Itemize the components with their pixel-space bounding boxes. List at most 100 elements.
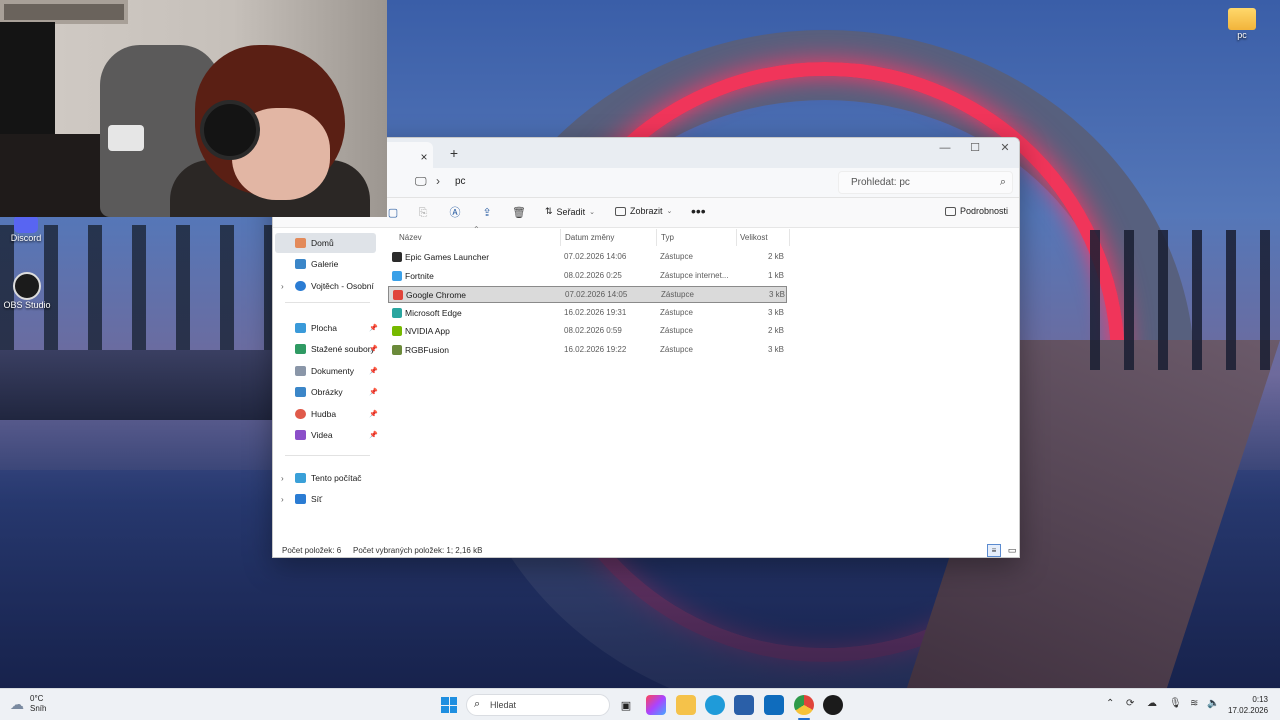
close-button[interactable]: ✕ <box>990 138 1019 158</box>
copy-icon[interactable]: ⎘ <box>415 205 431 221</box>
file-name: Fortnite <box>405 270 434 281</box>
file-icon <box>392 307 402 318</box>
nav-item-label: Vojtěch - Osobní <box>311 281 374 291</box>
sort-button[interactable]: ⇅ Seřadit ⌄ <box>545 206 595 217</box>
system-clock[interactable]: 0:13 17.02.2026 <box>1228 694 1268 716</box>
new-tab-button[interactable]: + <box>447 146 461 160</box>
nav-item-label: Hudba <box>311 409 337 419</box>
file-list: Název ⌃ Datum změny Typ Velikost Epic Ga… <box>378 225 1019 542</box>
webcam-chair-logo <box>108 125 144 151</box>
nav-item-onedrive[interactable]: › Vojtěch - Osobní <box>275 276 376 296</box>
file-row[interactable]: RGBFusion 16.02.2026 19:22 Zástupce 3 kB <box>388 342 787 359</box>
file-name: NVIDIA App <box>405 326 450 337</box>
edge-icon[interactable] <box>705 695 725 715</box>
nav-item-videos[interactable]: Videa 📌 <box>275 425 378 445</box>
nav-item-documents[interactable]: Dokumenty 📌 <box>275 361 378 381</box>
microphone-icon[interactable]: 🎙 <box>1169 698 1182 709</box>
nav-item-label: Galerie <box>311 259 339 269</box>
file-row[interactable]: Microsoft Edge 16.02.2026 19:31 Zástupce 3 … <box>388 305 787 322</box>
nav-item-desktop[interactable]: Plocha 📌 <box>275 318 378 338</box>
minimize-button[interactable]: — <box>930 138 960 158</box>
file-type: Zástupce <box>660 307 693 317</box>
column-divider[interactable] <box>789 229 790 246</box>
sync-icon[interactable]: ⟳ <box>1126 698 1134 709</box>
file-date: 16.02.2026 19:31 <box>564 307 627 317</box>
start-button[interactable] <box>439 695 459 715</box>
column-header-date[interactable]: Datum změny <box>565 233 614 242</box>
chrome-icon[interactable] <box>794 695 814 715</box>
webcam-picture-frame <box>0 0 128 24</box>
chevron-right-icon[interactable]: › <box>436 174 440 188</box>
taskbar-search-placeholder: Hledat <box>490 700 517 710</box>
nav-item-pictures[interactable]: Obrázky 📌 <box>275 382 378 402</box>
new-icon[interactable]: ▢ <box>385 205 401 221</box>
outlook-icon[interactable] <box>764 695 784 715</box>
details-pane-button[interactable]: Podrobnosti <box>945 206 1008 216</box>
file-icon <box>392 345 402 355</box>
rename-icon[interactable]: Ⓐ <box>447 205 463 221</box>
chevron-right-icon[interactable]: › <box>281 474 284 483</box>
file-date: 07.02.2026 14:06 <box>564 252 627 261</box>
file-name: Epic Games Launcher <box>405 252 490 262</box>
column-divider[interactable] <box>656 229 657 246</box>
more-options-button[interactable]: ••• <box>691 203 706 219</box>
file-date: 16.02.2026 19:22 <box>564 345 627 354</box>
column-header-size[interactable]: Velikost <box>740 233 768 242</box>
delete-icon[interactable]: 🗑 <box>511 205 527 221</box>
pin-icon: 📌 <box>369 325 378 332</box>
details-view-icon[interactable]: ≡ <box>987 544 1001 557</box>
nav-item-label: Obrázky <box>311 387 343 397</box>
nav-item-label: Tento počítač <box>311 473 362 483</box>
share-icon[interactable]: ⇪ <box>479 205 495 221</box>
volume-icon[interactable]: 🔈 <box>1207 698 1219 709</box>
column-header-type[interactable]: Typ <box>661 233 674 242</box>
file-row[interactable]: Fortnite 08.02.2026 0:25 Zástupce internet… <box>388 268 787 285</box>
view-icon <box>615 206 626 216</box>
details-label: Podrobnosti <box>960 206 1009 216</box>
search-input[interactable]: Prohledat: pc ⌕ <box>838 171 1013 194</box>
breadcrumb-pc[interactable]: pc <box>455 176 466 187</box>
sort-label: Seřadit <box>556 206 586 217</box>
column-divider[interactable] <box>560 229 561 246</box>
nav-item-home[interactable]: Domů <box>275 233 376 253</box>
file-row[interactable]: Google Chrome 07.02.2026 14:05 Zástupce 3 k… <box>388 286 787 304</box>
column-header-name[interactable]: Název <box>399 233 422 242</box>
view-button[interactable]: Zobrazit ⌄ <box>615 206 672 216</box>
chevron-down-icon: ⌄ <box>666 208 673 215</box>
file-type: Zástupce <box>661 290 694 300</box>
store-icon[interactable] <box>734 695 754 715</box>
chevron-up-icon[interactable]: ⌃ <box>1106 698 1114 709</box>
maximize-button[interactable]: ☐ <box>960 138 990 158</box>
desktop-icon-obs-studio[interactable]: OBS Studio <box>2 272 52 310</box>
nav-divider <box>285 302 370 303</box>
wallpaper-railing-right <box>1090 230 1280 370</box>
clock-time: 0:13 <box>1252 695 1268 704</box>
chevron-right-icon[interactable]: › <box>281 282 284 291</box>
windows-logo-icon <box>441 697 457 713</box>
chevron-right-icon[interactable]: › <box>281 495 284 504</box>
file-row[interactable]: NVIDIA App 08.02.2026 0:59 Zástupce 2 kB <box>388 323 787 340</box>
nav-item-gallery[interactable]: Galerie <box>275 254 376 274</box>
pin-icon: 📌 <box>369 346 378 353</box>
nav-item-this-pc[interactable]: › Tento počítač <box>275 468 376 488</box>
task-view-icon[interactable]: ▣ <box>616 695 636 715</box>
obs-icon[interactable] <box>823 695 843 715</box>
close-tab-icon[interactable]: × <box>417 150 431 164</box>
desktop-icon-pc-folder[interactable]: pc <box>1224 8 1260 40</box>
file-size: 3 kB <box>767 307 784 317</box>
file-row[interactable]: Epic Games Launcher 07.02.2026 14:06 Zástu… <box>388 249 787 266</box>
tiles-view-icon[interactable]: ▭ <box>1005 544 1019 557</box>
cloud-icon[interactable]: ☁ <box>1147 698 1157 709</box>
taskbar: ☁ 0°C Sníh ⌕ Hledat ▣ ⌃ ⟳ ☁ 🎙 ≋ 🔈 0:13 1… <box>0 688 1280 720</box>
wifi-icon[interactable]: ≋ <box>1190 698 1198 709</box>
weather-widget[interactable]: ☁ 0°C Sníh <box>10 694 46 714</box>
nav-item-network[interactable]: › Síť <box>275 489 376 509</box>
nav-item-label: Plocha <box>311 323 337 333</box>
nav-item-downloads[interactable]: Stažené soubory 📌 <box>275 339 378 359</box>
file-explorer-icon[interactable] <box>676 695 696 715</box>
nav-item-music[interactable]: Hudba 📌 <box>275 404 378 424</box>
copilot-icon[interactable] <box>646 695 666 715</box>
column-divider[interactable] <box>736 229 737 246</box>
taskbar-search[interactable]: ⌕ Hledat <box>466 694 610 716</box>
desktop-icon-discord[interactable]: Discord <box>4 215 48 243</box>
